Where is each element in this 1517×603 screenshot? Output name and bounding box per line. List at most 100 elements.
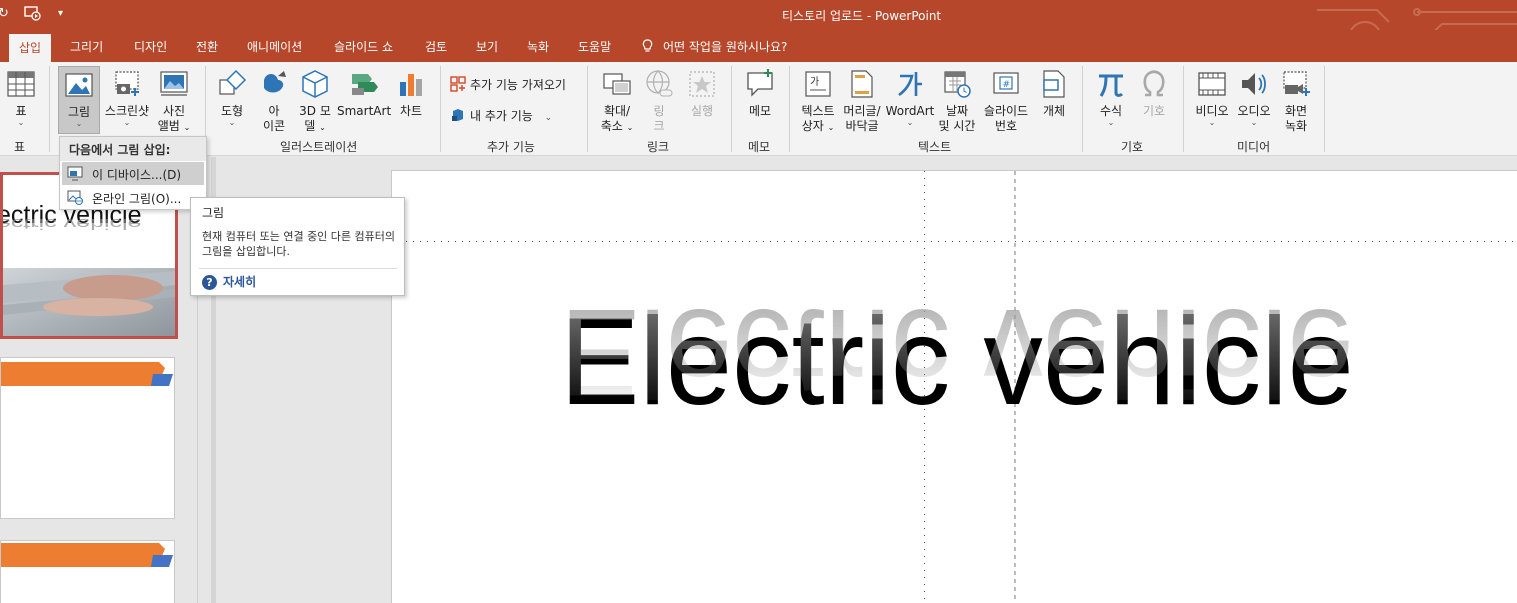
screenshot-button[interactable]: 스크린샷 ⌄ xyxy=(102,68,152,127)
customize-qat-dropdown[interactable]: ▾ xyxy=(58,8,63,19)
tooltip-tell-me-more-link[interactable]: ? 자세히 xyxy=(202,273,256,290)
lightbulb-icon xyxy=(642,39,653,52)
menu-item-online-pictures-label: 온라인 그림(O)... xyxy=(92,192,182,206)
shapes-button[interactable]: 도형 ⌄ xyxy=(213,68,251,127)
group-label-illustrations: 일러스트레이션 xyxy=(280,140,358,154)
group-label-symbols: 기호 xyxy=(1121,140,1144,154)
action-button[interactable]: 실행 xyxy=(685,68,719,119)
redo-icon[interactable]: ↻ xyxy=(0,6,9,21)
date-time-button[interactable]: 날짜 및 시간 xyxy=(936,68,978,134)
icons-icon xyxy=(264,71,286,93)
cube-icon xyxy=(302,70,328,98)
icons-button[interactable]: 아 이콘 xyxy=(256,68,292,134)
smartart-button[interactable]: SmartArt xyxy=(337,68,391,119)
object-icon xyxy=(1043,70,1065,98)
object-label: 개체 xyxy=(1042,104,1066,118)
video-button[interactable]: 비디오 ⌄ xyxy=(1192,68,1232,127)
tab-help[interactable]: 도움말 xyxy=(578,38,611,55)
menu-item-online-pictures[interactable]: 온라인 그림(O)... xyxy=(62,186,204,209)
main-slide-title-reflection: Electric vehicle xyxy=(560,283,1354,421)
3d-models-button[interactable]: 3D 모 델 ⌄ xyxy=(296,68,334,135)
tab-insert[interactable]: 삽입 xyxy=(9,34,52,62)
picture-button[interactable]: 그림 ⌄ xyxy=(58,66,100,134)
shapes-icon xyxy=(219,69,247,95)
menu-header: 다음에서 그림 삽입: xyxy=(60,137,206,161)
ribbon-tabs: 삽입 그리기 디자인 전환 애니메이션 슬라이드 쇼 검토 보기 녹화 도움말 … xyxy=(0,30,1517,62)
my-addins-label: 내 추가 기능 xyxy=(470,109,533,123)
symbol-button[interactable]: 기호 xyxy=(1136,68,1172,119)
chevron-down-icon: ⌄ xyxy=(1250,118,1258,127)
tab-review[interactable]: 검토 xyxy=(425,38,447,55)
smartart-label: SmartArt xyxy=(337,104,392,118)
audio-label: 오디오 xyxy=(1237,104,1271,118)
table-icon xyxy=(7,71,35,97)
group-separator xyxy=(49,66,50,152)
tab-transitions[interactable]: 전환 xyxy=(196,38,218,55)
tab-animations[interactable]: 애니메이션 xyxy=(247,38,302,55)
textbox-button[interactable]: 가 텍스트 상자 ⌄ xyxy=(797,68,839,135)
screenshot-label: 스크린샷 xyxy=(104,104,150,118)
screen-recording-button[interactable]: 화면 녹화 xyxy=(1278,68,1314,134)
group-label-comments: 메모 xyxy=(748,140,771,154)
tell-me-text: 어떤 작업을 원하시나요? xyxy=(663,40,788,54)
header-footer-label-2: 바닥글 xyxy=(845,119,879,133)
wordart-button[interactable]: WordArt ⌄ xyxy=(885,68,935,127)
header-footer-label-1: 머리글/ xyxy=(843,104,881,118)
chevron-down-icon: ⌄ xyxy=(1107,118,1115,127)
zoom-label-1: 확대/ xyxy=(603,104,631,118)
calendar-clock-icon xyxy=(944,71,971,98)
comment-icon xyxy=(747,69,773,97)
screen-recording-icon xyxy=(1283,71,1310,96)
screen-recording-label-1: 화면 xyxy=(1284,104,1308,118)
equation-button[interactable]: 수식 ⌄ xyxy=(1092,68,1130,127)
screenshot-icon xyxy=(115,71,139,96)
my-addins-button[interactable]: 내 추가 기능 ⌄ xyxy=(450,107,552,124)
group-label-table: 표 xyxy=(14,140,26,154)
link-button[interactable]: 링 크 xyxy=(643,68,675,134)
tab-design[interactable]: 디자인 xyxy=(134,38,167,55)
main-slide-canvas[interactable]: Electric vehicle Electric vehicle xyxy=(391,170,1517,603)
tab-view[interactable]: 보기 xyxy=(476,38,498,55)
group-separator xyxy=(1183,66,1184,152)
textbox-label-2: 상자 ⌄ xyxy=(801,119,835,133)
group-separator xyxy=(1082,66,1083,152)
start-slideshow-icon[interactable] xyxy=(24,5,42,25)
get-addins-button[interactable]: 추가 기능 가져오기 xyxy=(450,76,566,93)
slide-number-button[interactable]: # 슬라이드 번호 xyxy=(980,68,1032,134)
tab-draw[interactable]: 그리기 xyxy=(70,38,103,55)
slide-thumbnail-3-banner xyxy=(1,543,173,567)
comment-button[interactable]: 메모 xyxy=(741,68,779,119)
textbox-label-1: 텍스트 xyxy=(801,104,835,118)
tell-me-box[interactable]: 어떤 작업을 원하시나요? xyxy=(642,38,787,55)
menu-item-this-device[interactable]: 이 디바이스...(D) xyxy=(62,162,204,185)
tab-slideshow[interactable]: 슬라이드 쇼 xyxy=(334,38,393,55)
textbox-icon: 가 xyxy=(805,71,831,97)
speaker-icon xyxy=(1242,73,1266,95)
slide-thumbnail-3[interactable] xyxy=(0,540,175,603)
photo-album-button[interactable]: 사진 앨범 ⌄ xyxy=(155,68,193,135)
header-footer-button[interactable]: 머리글/ 바닥글 xyxy=(840,68,884,134)
slide-thumbnail-2[interactable] xyxy=(0,357,175,519)
svg-text:#: # xyxy=(1003,80,1011,90)
date-time-label-1: 날짜 xyxy=(945,104,969,118)
table-button[interactable]: 표 ⌄ xyxy=(4,68,38,127)
my-addins-icon xyxy=(452,109,463,121)
table-label: 표 xyxy=(15,104,27,118)
film-icon xyxy=(1198,72,1226,96)
audio-button[interactable]: 오디오 ⌄ xyxy=(1235,68,1273,127)
zoom-button[interactable]: 확대/ 축소 ⌄ xyxy=(597,68,637,135)
tab-record[interactable]: 녹화 xyxy=(527,38,549,55)
tooltip-divider xyxy=(199,268,397,269)
get-addins-label: 추가 기능 가져오기 xyxy=(470,78,566,92)
slide-number-label-1: 슬라이드 xyxy=(983,104,1029,118)
chart-button[interactable]: 차트 xyxy=(394,68,428,119)
tooltip-more-label: 자세히 xyxy=(223,275,257,289)
object-button[interactable]: 개체 xyxy=(1036,68,1072,119)
chevron-down-icon: ⌄ xyxy=(1208,118,1216,127)
video-label: 비디오 xyxy=(1195,104,1229,118)
picture-icon xyxy=(65,73,93,97)
slide-number-icon: # xyxy=(993,72,1019,94)
ribbon-insert: 표 ⌄ 표 그림 ⌄ 스크린샷 ⌄ 사진 앨범 ⌄ 도형 ⌄ 아 이콘 3D 모… xyxy=(0,62,1517,156)
tooltip-description: 현재 컴퓨터 또는 연결 중인 다른 컴퓨터의 그림을 삽입합니다. xyxy=(202,230,396,258)
slide-thumbnail-2-banner xyxy=(1,362,173,386)
